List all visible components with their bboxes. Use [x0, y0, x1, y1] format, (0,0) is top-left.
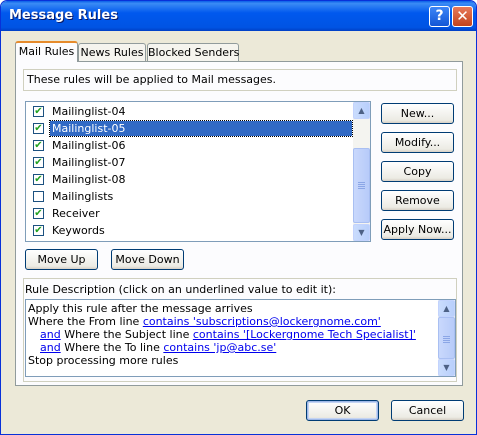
cancel-button[interactable]: Cancel: [391, 400, 464, 421]
scroll-down-arrow-icon[interactable]: ▼: [353, 224, 370, 241]
close-button[interactable]: ✕: [452, 6, 473, 27]
from-condition-link[interactable]: contains 'subscriptions@lockergnome.com': [143, 315, 381, 328]
to-condition-link[interactable]: contains 'jp@abc.se': [163, 341, 276, 354]
rule-name: Mailinglists: [52, 190, 114, 203]
move-up-button[interactable]: Move Up: [25, 249, 98, 270]
rule-row[interactable]: ✔ Mailinglist-04: [26, 103, 354, 120]
scroll-thumb[interactable]: [438, 317, 455, 359]
title-bar[interactable]: Message Rules ? ✕: [1, 1, 476, 31]
rule-enabled-checkbox[interactable]: ✔: [33, 157, 44, 168]
intro-text: These rules will be applied to Mail mess…: [27, 73, 277, 86]
rules-list[interactable]: ✔ Mailinglist-04 ✔ Mailinglist-05 ✔ Mailingli…: [25, 101, 371, 242]
and-link[interactable]: and: [40, 328, 61, 341]
tab-blocked-senders[interactable]: Blocked Senders: [147, 43, 239, 61]
description-scrollbar[interactable]: ▲ ▼: [438, 300, 455, 376]
rule-enabled-checkbox[interactable]: ✔: [33, 140, 44, 151]
description-line: and Where the To line contains 'jp@abc.s…: [40, 341, 277, 354]
copy-button[interactable]: Copy: [381, 161, 454, 182]
rule-name: Mailinglist-04: [52, 105, 126, 118]
apply-now-button[interactable]: Apply Now...: [381, 219, 454, 240]
remove-button[interactable]: Remove: [381, 190, 454, 211]
rule-name: Mailinglist-06: [52, 139, 126, 152]
rule-row[interactable]: Mailinglists: [26, 188, 354, 205]
rule-row[interactable]: ✔ Mailinglist-06: [26, 137, 354, 154]
rule-name: Receiver: [52, 207, 100, 220]
rule-enabled-checkbox[interactable]: ✔: [33, 174, 44, 185]
rule-name: Mailinglist-08: [52, 173, 126, 186]
rules-scrollbar[interactable]: ▲ ▼: [353, 102, 370, 241]
rule-enabled-checkbox[interactable]: ✔: [33, 225, 44, 236]
description-line: Where the From line contains 'subscripti…: [28, 315, 381, 328]
rule-row[interactable]: ✔ Mailinglist-05: [26, 120, 354, 137]
rule-description-box: Apply this rule after the message arrive…: [25, 299, 456, 377]
help-button[interactable]: ?: [429, 6, 450, 27]
modify-button[interactable]: Modify...: [381, 132, 454, 153]
rule-name: Mailinglist-07: [52, 156, 126, 169]
subject-condition-link[interactable]: contains '[Lockergnome Tech Specialist]': [193, 328, 416, 341]
rule-enabled-checkbox[interactable]: ✔: [33, 106, 44, 117]
and-link[interactable]: and: [40, 341, 61, 354]
new-button[interactable]: New...: [381, 103, 454, 124]
scroll-thumb[interactable]: [353, 148, 370, 223]
scroll-down-arrow-icon[interactable]: ▼: [438, 359, 455, 376]
rule-row[interactable]: ✔ Mailinglist-08: [26, 171, 354, 188]
rule-name: Keywords: [52, 224, 105, 237]
message-rules-dialog: Message Rules ? ✕ Mail Rules News Rules …: [0, 0, 477, 435]
rule-name: Mailinglist-05: [49, 120, 353, 137]
rule-row[interactable]: ✔ Keywords: [26, 222, 354, 239]
window-title: Message Rules: [9, 8, 118, 23]
rule-row[interactable]: ✔ Receiver: [26, 205, 354, 222]
rule-row[interactable]: ✔ Mailinglist-07: [26, 154, 354, 171]
tab-mail-rules[interactable]: Mail Rules: [15, 41, 78, 62]
scroll-up-arrow-icon[interactable]: ▲: [438, 300, 455, 317]
rule-enabled-checkbox[interactable]: [33, 191, 44, 202]
ok-button[interactable]: OK: [306, 400, 379, 421]
move-down-button[interactable]: Move Down: [111, 249, 184, 270]
description-line: Apply this rule after the message arrive…: [28, 302, 253, 315]
rule-enabled-checkbox[interactable]: ✔: [33, 123, 44, 134]
description-line: and Where the Subject line contains '[Lo…: [40, 328, 416, 341]
tab-news-rules[interactable]: News Rules: [78, 43, 146, 61]
description-line: Stop processing more rules: [28, 354, 179, 367]
description-label: Rule Description (click on an underlined…: [25, 283, 336, 296]
scroll-up-arrow-icon[interactable]: ▲: [353, 102, 370, 119]
rule-enabled-checkbox[interactable]: ✔: [33, 208, 44, 219]
